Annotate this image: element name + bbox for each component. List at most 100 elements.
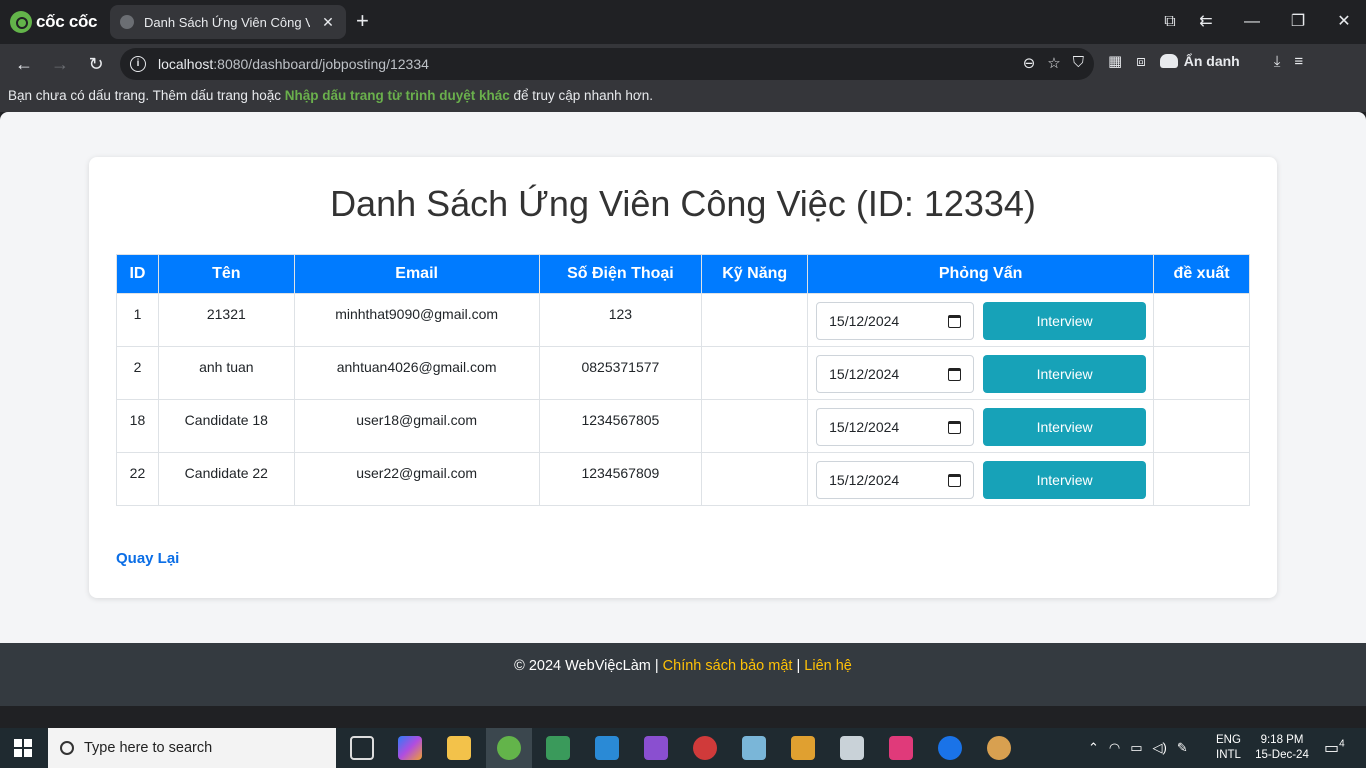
paint-icon[interactable]	[987, 736, 1011, 760]
volume-icon[interactable]: ◁)	[1153, 740, 1167, 756]
column-header-interview: Phỏng Vấn	[807, 254, 1155, 294]
candidate-table: ID Tên Email Số Điện Thoại Kỹ Năng Phỏng…	[116, 254, 1250, 506]
vscode-icon[interactable]	[595, 736, 619, 760]
taskbar-clock[interactable]: 9:18 PM 15-Dec-24	[1252, 733, 1312, 763]
candidate-card: Danh Sách Ứng Viên Công Việc (ID: 12334)…	[89, 157, 1277, 598]
url-bar[interactable]: i localhost:8080/dashboard/jobposting/12…	[120, 48, 1094, 80]
cell-suggest	[1153, 346, 1250, 400]
interview-button[interactable]: Interview	[983, 408, 1147, 446]
table-row: 18 Candidate 18 user18@gmail.com 1234567…	[116, 399, 1250, 453]
calendar-icon[interactable]	[948, 420, 962, 434]
zalo-icon[interactable]	[938, 736, 962, 760]
date-value: 15/12/2024	[829, 313, 900, 329]
coccoc-logo-icon	[10, 11, 32, 33]
language-indicator[interactable]: ENG INTL	[1216, 733, 1241, 763]
interview-date-input[interactable]: 15/12/2024	[816, 461, 975, 499]
bookmark-star-icon[interactable]: ☆	[1047, 54, 1060, 72]
forward-arrow-icon[interactable]: →	[48, 52, 72, 76]
table-row: 22 Candidate 22 user22@gmail.com 1234567…	[116, 452, 1250, 506]
shield-icon[interactable]: ⛉	[1073, 54, 1084, 72]
wifi-icon[interactable]: ◠	[1109, 740, 1120, 756]
windows-taskbar: Type here to search ⌃ ◠ ▭ ◁) ✎ ENG INTL …	[0, 728, 1366, 768]
browser-tab-active[interactable]: Danh Sách Ứng Viên Công Việc ✕	[110, 5, 346, 39]
cell-email: user22@gmail.com	[293, 452, 540, 506]
tab-search-icon[interactable]: ⧉	[1156, 8, 1184, 36]
app-icon-orange[interactable]	[791, 736, 815, 760]
browser-brand-name: cốc cốc	[36, 12, 98, 31]
extensions-puzzle-icon[interactable]: ⧈	[1136, 53, 1146, 70]
app-icon-gray[interactable]	[840, 736, 864, 760]
interview-button[interactable]: Interview	[983, 461, 1147, 499]
calendar-icon[interactable]	[948, 314, 962, 328]
cell-phone: 1234567809	[538, 452, 703, 506]
interview-button[interactable]: Interview	[983, 355, 1147, 393]
cell-id: 22	[116, 452, 159, 506]
new-tab-icon[interactable]: +	[356, 10, 369, 32]
restore-icon[interactable]: ❐	[1284, 8, 1312, 36]
app-icon-green[interactable]	[546, 736, 570, 760]
cell-id: 2	[116, 346, 159, 400]
url-host: localhost	[158, 56, 214, 72]
browser-tab-bar: cốc cốc Danh Sách Ứng Viên Công Việc ✕ +…	[0, 0, 1366, 44]
intellij-icon[interactable]	[889, 736, 913, 760]
footer-copyright: © 2024 WebViệcLàm |	[514, 658, 663, 674]
tab-title: Danh Sách Ứng Viên Công Việc	[144, 14, 310, 30]
extension-app-icon[interactable]: ▦	[1108, 52, 1122, 70]
back-arrow-icon[interactable]: ←	[12, 52, 36, 76]
zoom-out-icon[interactable]: ⊖	[1023, 54, 1036, 72]
footer-separator: |	[792, 658, 805, 674]
browser-address-bar: ← → ↻ i localhost:8080/dashboard/jobpost…	[0, 44, 1366, 84]
calendar-icon[interactable]	[948, 367, 962, 381]
menu-icon[interactable]: ≡	[1294, 53, 1303, 70]
page-content: Danh Sách Ứng Viên Công Việc (ID: 12334)…	[0, 112, 1366, 706]
pen-icon[interactable]: ✎	[1177, 740, 1188, 756]
file-explorer-icon[interactable]	[447, 736, 471, 760]
url-text[interactable]: localhost:8080/dashboard/jobposting/1233…	[158, 56, 429, 72]
incognito-badge[interactable]: Ẩn danh	[1159, 53, 1240, 69]
copilot-icon[interactable]	[398, 736, 422, 760]
cell-name: Candidate 18	[157, 399, 295, 453]
reload-icon[interactable]: ↻	[84, 52, 108, 76]
cell-interview: 15/12/2024 Interview	[807, 293, 1155, 347]
page-title: Danh Sách Ứng Viên Công Việc (ID: 12334)	[330, 183, 1036, 224]
battery-icon[interactable]: ▭	[1130, 740, 1142, 756]
column-header-suggest: đề xuất	[1153, 254, 1250, 294]
windows-start-icon[interactable]	[14, 739, 32, 757]
download-icon[interactable]: ⤓	[1274, 53, 1281, 70]
interview-date-input[interactable]: 15/12/2024	[816, 408, 975, 446]
interview-date-input[interactable]: 15/12/2024	[816, 355, 975, 393]
calendar-icon[interactable]	[948, 473, 962, 487]
back-link[interactable]: Quay Lại	[116, 550, 179, 567]
interview-button[interactable]: Interview	[983, 302, 1147, 340]
app-icon-red[interactable]	[693, 736, 717, 760]
date-value: 15/12/2024	[829, 472, 900, 488]
coccoc-taskbar-icon[interactable]	[497, 736, 521, 760]
cell-id: 18	[116, 399, 159, 453]
taskbar-search[interactable]: Type here to search	[48, 728, 336, 768]
import-bookmarks-link[interactable]: Nhập dấu trang từ trình duyệt khác	[285, 88, 510, 103]
interview-date-input[interactable]: 15/12/2024	[816, 302, 975, 340]
bookmark-message-end: để truy cập nhanh hơn.	[509, 88, 653, 103]
browser-brand[interactable]: cốc cốc	[10, 10, 98, 34]
cell-name: 21321	[157, 293, 295, 347]
close-tab-icon[interactable]: ✕	[320, 14, 336, 31]
site-info-icon[interactable]: i	[130, 56, 146, 72]
column-header-skills: Kỹ Năng	[701, 254, 809, 294]
privacy-policy-link[interactable]: Chính sách bảo mật	[663, 658, 793, 674]
date-value: 15/12/2024	[829, 419, 900, 435]
cell-interview: 15/12/2024 Interview	[807, 452, 1155, 506]
visual-studio-icon[interactable]	[644, 736, 668, 760]
contact-link[interactable]: Liên hệ	[804, 658, 852, 674]
close-window-icon[interactable]: ✕	[1330, 8, 1358, 36]
notification-icon[interactable]: ▭4	[1324, 738, 1345, 758]
app-icon-blue[interactable]	[742, 736, 766, 760]
clock-time: 9:18 PM	[1260, 734, 1304, 746]
sidebar-toggle-icon[interactable]: ⇇	[1192, 8, 1220, 36]
system-tray: ⌃ ◠ ▭ ◁) ✎	[1088, 728, 1188, 768]
cell-name: anh tuan	[157, 346, 295, 400]
task-view-icon[interactable]	[350, 736, 374, 760]
tray-chevron-icon[interactable]: ⌃	[1088, 740, 1099, 756]
minimize-icon[interactable]: —	[1238, 8, 1266, 36]
cell-name: Candidate 22	[157, 452, 295, 506]
cell-suggest	[1153, 293, 1250, 347]
